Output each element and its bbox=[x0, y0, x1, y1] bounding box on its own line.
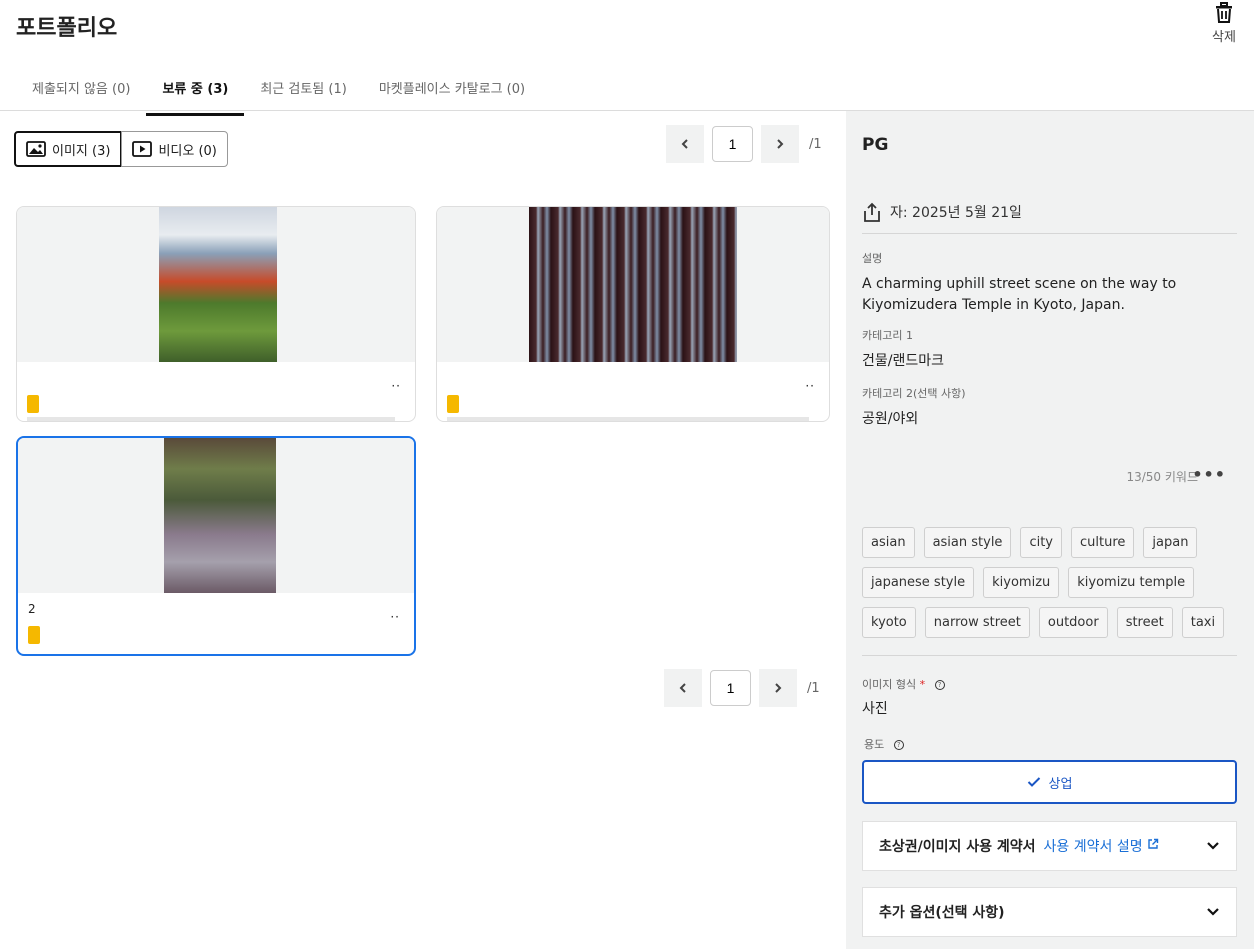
keyword-chip[interactable]: asian style bbox=[923, 527, 1012, 558]
tab-recently-reviewed[interactable]: 최근 검토됨 (1) bbox=[244, 64, 362, 116]
help-icon[interactable]: ? bbox=[893, 740, 904, 750]
next-page-button[interactable] bbox=[761, 125, 799, 163]
trash-icon bbox=[1216, 2, 1232, 23]
keyword-chip[interactable]: outdoor bbox=[1038, 607, 1108, 638]
keyword-chip[interactable]: kiyomizu temple bbox=[1068, 567, 1195, 598]
chevron-left-icon bbox=[679, 683, 686, 693]
media-type-toggle: 이미지 (3) 비디오 (0) bbox=[14, 131, 228, 167]
chevron-down-icon bbox=[1207, 908, 1219, 916]
additional-options-title: 추가 옵션(선택 사항) bbox=[879, 905, 1005, 921]
images-filter-button[interactable]: 이미지 (3) bbox=[14, 131, 123, 167]
media-card[interactable]: ·· bbox=[436, 206, 830, 422]
prev-page-button[interactable] bbox=[666, 125, 704, 163]
status-badge bbox=[27, 395, 39, 413]
card-more-icon[interactable]: ·· bbox=[805, 379, 815, 393]
keyword-more-icon[interactable]: ••• bbox=[1192, 465, 1226, 484]
image-format-value: 사진 bbox=[862, 701, 888, 717]
thumbnail-area bbox=[17, 207, 415, 362]
next-page-button[interactable] bbox=[759, 669, 797, 707]
keyword-count: 13/50 키워드 bbox=[1126, 470, 1198, 484]
prev-page-button[interactable] bbox=[664, 669, 702, 707]
status-badge bbox=[447, 395, 459, 413]
delete-label: 삭제 bbox=[1212, 30, 1236, 45]
category2-value: 공원/야외 bbox=[862, 411, 919, 427]
status-tabs: 제출되지 않음 (0) 보류 중 (3) 최근 검토됨 (1) 마켓플레이스 카… bbox=[16, 64, 541, 116]
divider bbox=[862, 655, 1237, 656]
keyword-list: asian asian style city culture japan jap… bbox=[862, 527, 1237, 638]
page-number-input[interactable] bbox=[710, 670, 751, 706]
card-progress-bar bbox=[27, 417, 395, 421]
delete-button[interactable]: 삭제 bbox=[1204, 2, 1244, 45]
thumbnail-image bbox=[159, 207, 277, 362]
keyword-chip[interactable]: kyoto bbox=[862, 607, 916, 638]
keyword-chip[interactable]: city bbox=[1020, 527, 1062, 558]
page-title: 포트폴리오 bbox=[16, 16, 118, 41]
check-icon bbox=[1027, 777, 1040, 787]
keyword-chip[interactable]: kiyomizu bbox=[983, 567, 1060, 598]
keyword-chip[interactable]: narrow street bbox=[924, 607, 1030, 638]
thumbnail-area bbox=[18, 438, 414, 593]
tab-not-submitted[interactable]: 제출되지 않음 (0) bbox=[16, 64, 146, 116]
additional-options-accordion[interactable]: 추가 옵션(선택 사항) bbox=[862, 887, 1237, 937]
usage-label-text: 용도 bbox=[864, 738, 885, 751]
keyword-chip[interactable]: asian bbox=[862, 527, 915, 558]
thumbnail-image bbox=[164, 438, 276, 593]
description-text: A charming uphill street scene on the wa… bbox=[862, 276, 1177, 313]
video-icon bbox=[132, 141, 153, 157]
keyword-chip[interactable]: japanese style bbox=[862, 567, 975, 598]
keyword-chip[interactable]: taxi bbox=[1181, 607, 1225, 638]
media-card[interactable]: ·· bbox=[16, 206, 416, 422]
release-accordion[interactable]: 초상권/이미지 사용 계약서 사용 계약서 설명 bbox=[862, 821, 1237, 871]
upload-icon bbox=[864, 202, 880, 222]
page-number-input[interactable] bbox=[712, 126, 753, 162]
status-badge bbox=[28, 626, 40, 644]
thumbnail-area bbox=[437, 207, 829, 362]
usage-value: 상업 bbox=[1048, 776, 1073, 792]
top-pagination: /1 bbox=[666, 125, 822, 163]
chevron-right-icon bbox=[777, 139, 784, 149]
description-label: 설명 bbox=[862, 252, 883, 265]
card-more-icon[interactable]: ·· bbox=[390, 610, 400, 624]
card-progress-bar bbox=[447, 417, 809, 421]
media-card-selected[interactable]: 2 ·· bbox=[16, 436, 416, 656]
image-format-label: 이미지 형식 * ? bbox=[862, 676, 945, 692]
commercial-usage-button[interactable]: 상업 bbox=[862, 760, 1237, 804]
category1-label: 카테고리 1 bbox=[862, 329, 913, 342]
detail-filename: PG bbox=[862, 135, 889, 155]
usage-label: 용도 ? bbox=[864, 736, 904, 752]
detail-date-text: 자: 2025년 5월 21일 bbox=[890, 205, 1022, 221]
release-accordion-title: 초상권/이미지 사용 계약서 bbox=[879, 839, 1036, 855]
videos-filter-button[interactable]: 비디오 (0) bbox=[121, 131, 228, 167]
release-guide-link[interactable]: 사용 계약서 설명 bbox=[1044, 836, 1160, 856]
card-more-icon[interactable]: ·· bbox=[391, 379, 401, 393]
thumbnail-image bbox=[529, 207, 737, 362]
bottom-pagination: /1 bbox=[664, 669, 820, 707]
detail-date: 자: 2025년 5월 21일 bbox=[862, 201, 1022, 223]
videos-filter-label: 비디오 (0) bbox=[158, 143, 217, 159]
keyword-chip[interactable]: culture bbox=[1071, 527, 1135, 558]
release-guide-link-text: 사용 계약서 설명 bbox=[1043, 839, 1143, 855]
category2-label: 카테고리 2(선택 사항) bbox=[862, 387, 966, 400]
chevron-right-icon bbox=[775, 683, 782, 693]
external-link-icon bbox=[1148, 838, 1159, 849]
image-icon bbox=[26, 141, 46, 157]
image-format-label-text: 이미지 형식 bbox=[862, 678, 917, 691]
portfolio-page: 포트폴리오 삭제 제출되지 않음 (0) 보류 중 (3) 최근 검토됨 (1)… bbox=[0, 0, 1254, 949]
divider bbox=[862, 233, 1237, 234]
category1-value: 건물/랜드마크 bbox=[862, 353, 944, 369]
required-mark: * bbox=[919, 678, 926, 691]
chevron-left-icon bbox=[681, 139, 688, 149]
tab-marketplace-catalog[interactable]: 마켓플레이스 카탈로그 (0) bbox=[363, 64, 541, 116]
help-icon[interactable]: ? bbox=[934, 680, 945, 690]
chevron-down-icon bbox=[1207, 842, 1219, 850]
tab-pending[interactable]: 보류 중 (3) bbox=[146, 64, 245, 116]
detail-panel: PG 자: 2025년 5월 21일 설명 A charming uphill … bbox=[846, 111, 1254, 949]
keyword-chip[interactable]: japan bbox=[1143, 527, 1198, 558]
images-filter-label: 이미지 (3) bbox=[52, 143, 111, 159]
keyword-chip[interactable]: street bbox=[1116, 607, 1173, 638]
page-total: /1 bbox=[807, 680, 820, 696]
page-total: /1 bbox=[809, 136, 822, 152]
card-filename: 2 bbox=[28, 602, 36, 616]
